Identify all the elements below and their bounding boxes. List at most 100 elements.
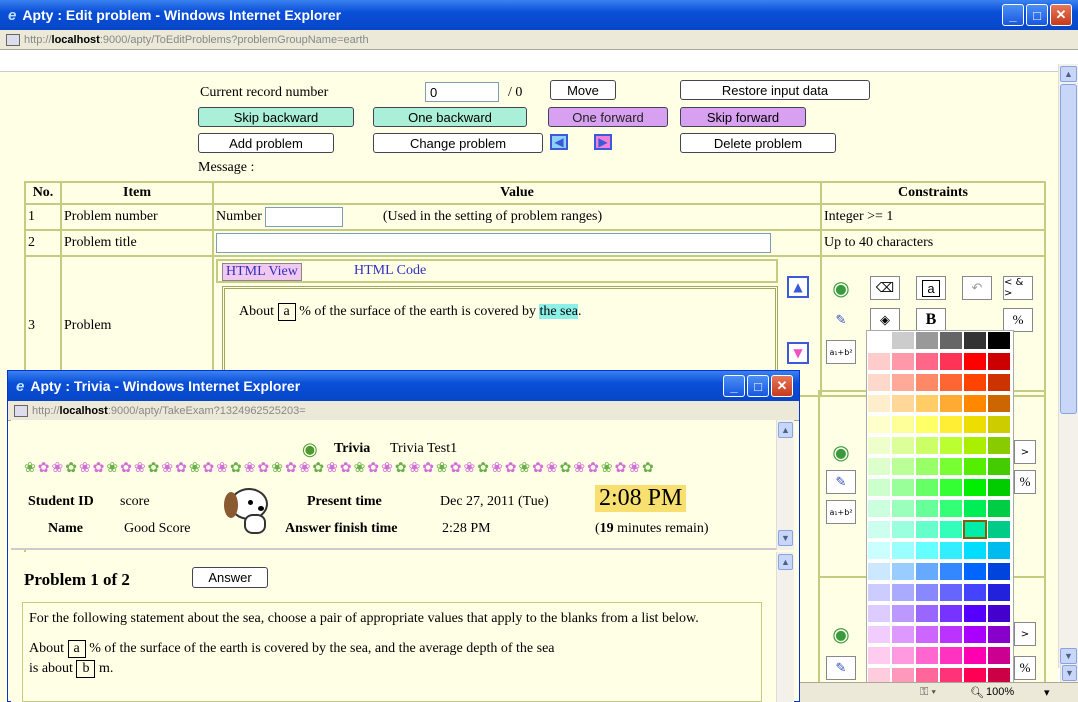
color-swatch[interactable] bbox=[891, 436, 915, 455]
color-swatch[interactable] bbox=[915, 562, 939, 581]
color-swatch[interactable] bbox=[915, 373, 939, 392]
color-swatch[interactable] bbox=[867, 646, 891, 665]
color-swatch[interactable] bbox=[915, 520, 939, 539]
scroll-down-arrow-icon[interactable]: ▼ bbox=[1062, 665, 1077, 681]
main-scrollbar[interactable]: ▲ ▼ bbox=[1058, 64, 1078, 668]
skip-backward-button[interactable]: Skip backward bbox=[198, 107, 354, 127]
color-swatch[interactable] bbox=[915, 478, 939, 497]
move-down-arrow-icon[interactable]: ▼ bbox=[787, 342, 809, 364]
delete-problem-button[interactable]: Delete problem bbox=[680, 133, 836, 153]
color-swatch[interactable] bbox=[987, 583, 1011, 602]
color-swatch[interactable] bbox=[915, 646, 939, 665]
color-swatch[interactable] bbox=[963, 373, 987, 392]
move-up-arrow-icon[interactable]: ▲ bbox=[787, 276, 809, 298]
color-swatch[interactable] bbox=[891, 541, 915, 560]
color-swatch[interactable] bbox=[915, 583, 939, 602]
pen-icon[interactable]: ✎ bbox=[826, 470, 856, 494]
color-swatch[interactable] bbox=[915, 415, 939, 434]
add-problem-button[interactable]: Add problem bbox=[198, 133, 334, 153]
tab-html-code[interactable]: HTML Code bbox=[354, 263, 426, 279]
color-swatch[interactable] bbox=[987, 604, 1011, 623]
color-swatch[interactable] bbox=[915, 331, 939, 350]
color-swatch[interactable] bbox=[939, 583, 963, 602]
eraser-icon[interactable]: ⌫ bbox=[870, 276, 900, 300]
color-swatch[interactable] bbox=[867, 541, 891, 560]
color-swatch[interactable] bbox=[939, 457, 963, 476]
color-swatch[interactable] bbox=[915, 352, 939, 371]
trivia-address-bar[interactable]: http://localhost:9000/apty/TakeExam?1324… bbox=[8, 401, 799, 421]
move-button[interactable]: Move bbox=[550, 80, 616, 100]
color-swatch[interactable] bbox=[987, 478, 1011, 497]
html-entity-icon[interactable]: > bbox=[1014, 622, 1036, 646]
color-swatch[interactable] bbox=[915, 436, 939, 455]
formula-button[interactable]: a₁+b² bbox=[826, 340, 856, 364]
color-swatch[interactable] bbox=[963, 478, 987, 497]
formula-button[interactable]: a₁+b² bbox=[826, 500, 856, 524]
color-swatch[interactable] bbox=[867, 625, 891, 644]
color-swatch[interactable] bbox=[867, 562, 891, 581]
zoom-dropdown-icon[interactable]: ▾ bbox=[1044, 686, 1050, 699]
change-problem-button[interactable]: Change problem bbox=[373, 133, 543, 153]
color-swatch[interactable] bbox=[915, 625, 939, 644]
color-swatch[interactable] bbox=[891, 604, 915, 623]
color-swatch[interactable] bbox=[891, 562, 915, 581]
color-swatch[interactable] bbox=[867, 457, 891, 476]
color-swatch[interactable] bbox=[963, 394, 987, 413]
color-swatch[interactable] bbox=[891, 520, 915, 539]
color-swatch[interactable] bbox=[939, 499, 963, 518]
color-swatch[interactable] bbox=[939, 604, 963, 623]
trivia-window-titlebar[interactable]: e Apty : Trivia - Windows Internet Explo… bbox=[8, 371, 799, 401]
color-swatch[interactable] bbox=[891, 478, 915, 497]
scroll-thumb[interactable] bbox=[1060, 84, 1077, 414]
color-swatch[interactable] bbox=[867, 583, 891, 602]
color-swatch[interactable] bbox=[987, 352, 1011, 371]
current-record-input[interactable] bbox=[425, 82, 499, 102]
color-swatch[interactable] bbox=[891, 415, 915, 434]
color-swatch[interactable] bbox=[915, 541, 939, 560]
pen-icon[interactable]: ✎ bbox=[826, 656, 856, 680]
color-swatch[interactable] bbox=[939, 520, 963, 539]
undo-icon[interactable]: ↶ bbox=[962, 276, 992, 300]
color-swatch[interactable] bbox=[867, 604, 891, 623]
color-swatch[interactable] bbox=[891, 394, 915, 413]
color-swatch[interactable] bbox=[891, 499, 915, 518]
color-swatch[interactable] bbox=[987, 541, 1011, 560]
color-swatch[interactable] bbox=[891, 583, 915, 602]
color-swatch[interactable] bbox=[939, 373, 963, 392]
color-swatch[interactable] bbox=[867, 415, 891, 434]
color-swatch[interactable] bbox=[867, 352, 891, 371]
color-swatch[interactable] bbox=[939, 478, 963, 497]
move-left-arrow-icon[interactable]: ◀ bbox=[550, 134, 568, 150]
color-swatch[interactable] bbox=[939, 646, 963, 665]
color-swatch[interactable] bbox=[867, 373, 891, 392]
zoom-icon[interactable]: 🔍︎ bbox=[970, 686, 984, 699]
skip-forward-button[interactable]: Skip forward bbox=[680, 107, 806, 127]
security-icon[interactable]: ⚿ ▾ bbox=[920, 686, 936, 699]
color-swatch[interactable] bbox=[891, 457, 915, 476]
color-swatch[interactable] bbox=[867, 436, 891, 455]
color-swatch[interactable] bbox=[963, 520, 987, 539]
color-swatch[interactable] bbox=[987, 625, 1011, 644]
color-swatch[interactable] bbox=[939, 541, 963, 560]
minimize-button[interactable]: _ bbox=[723, 375, 745, 397]
color-swatch[interactable] bbox=[987, 457, 1011, 476]
color-swatch[interactable] bbox=[867, 520, 891, 539]
color-swatch[interactable] bbox=[939, 352, 963, 371]
minimize-button[interactable]: _ bbox=[1002, 4, 1024, 26]
color-palette[interactable] bbox=[866, 330, 1014, 702]
color-swatch[interactable] bbox=[915, 604, 939, 623]
color-swatch[interactable] bbox=[987, 646, 1011, 665]
main-window-titlebar[interactable]: e Apty : Edit problem - Windows Internet… bbox=[0, 0, 1078, 30]
fill-bucket-icon[interactable]: ◈ bbox=[870, 308, 900, 332]
color-swatch[interactable] bbox=[915, 394, 939, 413]
color-swatch[interactable] bbox=[987, 520, 1011, 539]
color-swatch[interactable] bbox=[939, 394, 963, 413]
scroll-up-arrow-icon[interactable]: ▲ bbox=[1060, 66, 1077, 82]
color-swatch[interactable] bbox=[963, 499, 987, 518]
scroll-up-arrow-icon[interactable]: ▲ bbox=[778, 554, 793, 570]
color-swatch[interactable] bbox=[987, 562, 1011, 581]
main-lower-scrollbar[interactable]: ▼ bbox=[1060, 664, 1078, 682]
color-swatch[interactable] bbox=[963, 331, 987, 350]
color-swatch[interactable] bbox=[867, 478, 891, 497]
color-swatch[interactable] bbox=[963, 625, 987, 644]
